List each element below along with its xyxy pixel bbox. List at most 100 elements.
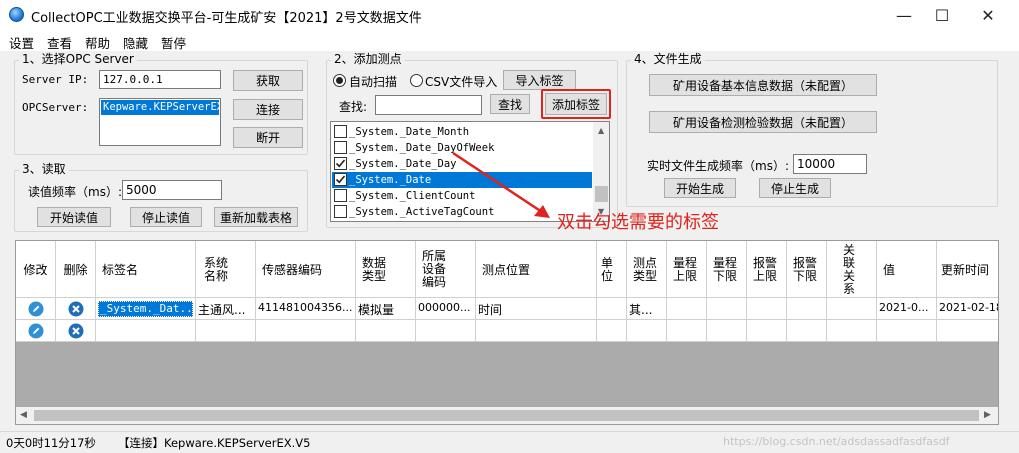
grid-h-scrollbar[interactable]: ◀ ▶ — [16, 407, 998, 424]
scroll-thumb[interactable] — [595, 186, 608, 202]
menu-help[interactable]: 帮助 — [85, 33, 110, 52]
row-value-cell[interactable]: 2021-0... — [877, 298, 937, 320]
csv-import-radio[interactable] — [410, 74, 423, 87]
edit-cell[interactable] — [16, 298, 56, 320]
opcserver-list[interactable]: Kepware.KEPServerEX — [99, 98, 221, 146]
scroll-up-icon[interactable]: ▲ — [598, 126, 604, 135]
disconnect-button[interactable]: 断开 — [233, 127, 303, 148]
row-alarm-hi-cell[interactable] — [747, 320, 787, 342]
connect-button[interactable]: 连接 — [233, 99, 303, 120]
close-button[interactable]: ✕ — [965, 0, 1011, 31]
col-range-hi[interactable]: 量程上限 — [667, 241, 707, 298]
tag-checkbox[interactable] — [334, 125, 347, 138]
row-ptype-cell[interactable]: 其... — [627, 298, 667, 320]
start-read-button[interactable]: 开始读值 — [37, 207, 111, 227]
menu-view[interactable]: 查看 — [47, 33, 72, 52]
row-unit-cell[interactable] — [597, 320, 627, 342]
row-alarm-lo-cell[interactable] — [787, 320, 827, 342]
col-range-lo[interactable]: 量程下限 — [707, 241, 747, 298]
tag-checkbox[interactable] — [334, 157, 347, 170]
row-range-lo-cell[interactable] — [707, 298, 747, 320]
row-tag-name-cell[interactable] — [96, 320, 196, 342]
col-tag-name[interactable]: 标签名 — [96, 241, 196, 298]
add-tag-button[interactable]: 添加标签 — [545, 93, 607, 115]
row-position-cell[interactable]: 时间 — [476, 298, 597, 320]
pencil-icon[interactable] — [28, 323, 44, 339]
row-device-cell[interactable]: 000000... — [416, 298, 476, 320]
row-device-cell[interactable] — [416, 320, 476, 342]
search-button[interactable]: 查找 — [490, 94, 530, 114]
gen-freq-input[interactable]: 10000 — [793, 154, 867, 174]
tag-list-scrollbar[interactable]: ▲ ▼ — [593, 122, 609, 221]
col-position[interactable]: 测点位置 — [476, 241, 597, 298]
row-position-cell[interactable] — [476, 320, 597, 342]
maximize-button[interactable]: ☐ — [919, 0, 965, 31]
read-freq-input[interactable]: 5000 — [122, 180, 222, 200]
col-unit[interactable]: 单位 — [597, 241, 627, 298]
row-time-cell[interactable]: 2021-02-18 — [937, 298, 998, 320]
row-relation-cell[interactable] — [827, 320, 877, 342]
col-sensor-code[interactable]: 传感器编码 — [256, 241, 356, 298]
row-unit-cell[interactable] — [597, 298, 627, 320]
search-input[interactable] — [375, 95, 482, 115]
edit-cell[interactable] — [16, 320, 56, 342]
menu-settings[interactable]: 设置 — [9, 33, 34, 52]
col-delete[interactable]: 删除 — [56, 241, 96, 298]
row-dtype-cell[interactable] — [356, 320, 416, 342]
reload-table-button[interactable]: 重新加载表格 — [214, 207, 298, 227]
scroll-right-icon[interactable]: ▶ — [984, 410, 991, 420]
col-update-time[interactable]: 更新时间 — [937, 241, 998, 298]
watermark-text: https://blog.csdn.net/adsdassadfasdfasdf — [723, 435, 950, 448]
col-value[interactable]: 值 — [877, 241, 937, 298]
col-system-name[interactable]: 系统名称 — [196, 241, 256, 298]
grid-scroll-thumb[interactable] — [34, 410, 979, 421]
row-range-hi-cell[interactable] — [667, 298, 707, 320]
delete-cell[interactable] — [56, 320, 96, 342]
col-alarm-lo[interactable]: 报警下限 — [787, 241, 827, 298]
import-tags-button[interactable]: 导入标签 — [503, 70, 576, 90]
inspection-data-button[interactable]: 矿用设备检测检验数据（未配置） — [649, 111, 877, 133]
tag-checkbox[interactable] — [334, 189, 347, 202]
delete-cell[interactable] — [56, 298, 96, 320]
menu-pause[interactable]: 暂停 — [161, 33, 186, 52]
row-ptype-cell[interactable] — [627, 320, 667, 342]
col-device-code[interactable]: 所属设备编码 — [416, 241, 476, 298]
delete-x-icon[interactable] — [68, 301, 84, 317]
row-range-hi-cell[interactable] — [667, 320, 707, 342]
col-relation[interactable]: 关联关系 — [827, 241, 877, 298]
tag-list-item[interactable]: _System._Date_Month — [332, 124, 592, 140]
row-system-cell[interactable]: 主通风... — [196, 298, 256, 320]
row-sensor-cell[interactable]: 411481004356... — [256, 298, 356, 320]
app-icon — [9, 7, 24, 22]
col-data-type[interactable]: 数据类型 — [356, 241, 416, 298]
row-sensor-cell[interactable] — [256, 320, 356, 342]
data-grid[interactable]: 修改 删除 标签名 系统名称 传感器编码 数据类型 所属设备编码 测点位置 单位… — [15, 240, 999, 425]
server-ip-input[interactable]: 127.0.0.1 — [99, 70, 221, 89]
menu-hide[interactable]: 隐藏 — [123, 33, 148, 52]
row-relation-cell[interactable] — [827, 298, 877, 320]
basic-info-button[interactable]: 矿用设备基本信息数据（未配置） — [649, 74, 877, 96]
row-alarm-lo-cell[interactable] — [787, 298, 827, 320]
tag-checkbox[interactable] — [334, 173, 347, 186]
fetch-button[interactable]: 获取 — [233, 70, 303, 91]
row-range-lo-cell[interactable] — [707, 320, 747, 342]
start-gen-button[interactable]: 开始生成 — [664, 178, 736, 198]
stop-read-button[interactable]: 停止读值 — [130, 207, 202, 227]
col-alarm-hi[interactable]: 报警上限 — [747, 241, 787, 298]
col-edit[interactable]: 修改 — [16, 241, 56, 298]
row-tag-name-cell[interactable]: _System._Dat... — [96, 298, 196, 320]
tag-checkbox[interactable] — [334, 141, 347, 154]
auto-scan-radio[interactable] — [333, 74, 346, 87]
row-value-cell[interactable] — [877, 320, 937, 342]
row-dtype-cell[interactable]: 模拟量 — [356, 298, 416, 320]
row-system-cell[interactable] — [196, 320, 256, 342]
tag-checkbox[interactable] — [334, 205, 347, 218]
row-alarm-hi-cell[interactable] — [747, 298, 787, 320]
opcserver-list-item[interactable]: Kepware.KEPServerEX — [101, 100, 219, 115]
row-time-cell[interactable] — [937, 320, 998, 342]
scroll-left-icon[interactable]: ◀ — [20, 410, 27, 420]
col-point-type[interactable]: 测点类型 — [627, 241, 667, 298]
stop-gen-button[interactable]: 停止生成 — [759, 178, 831, 198]
pencil-icon[interactable] — [28, 301, 44, 317]
delete-x-icon[interactable] — [68, 323, 84, 339]
